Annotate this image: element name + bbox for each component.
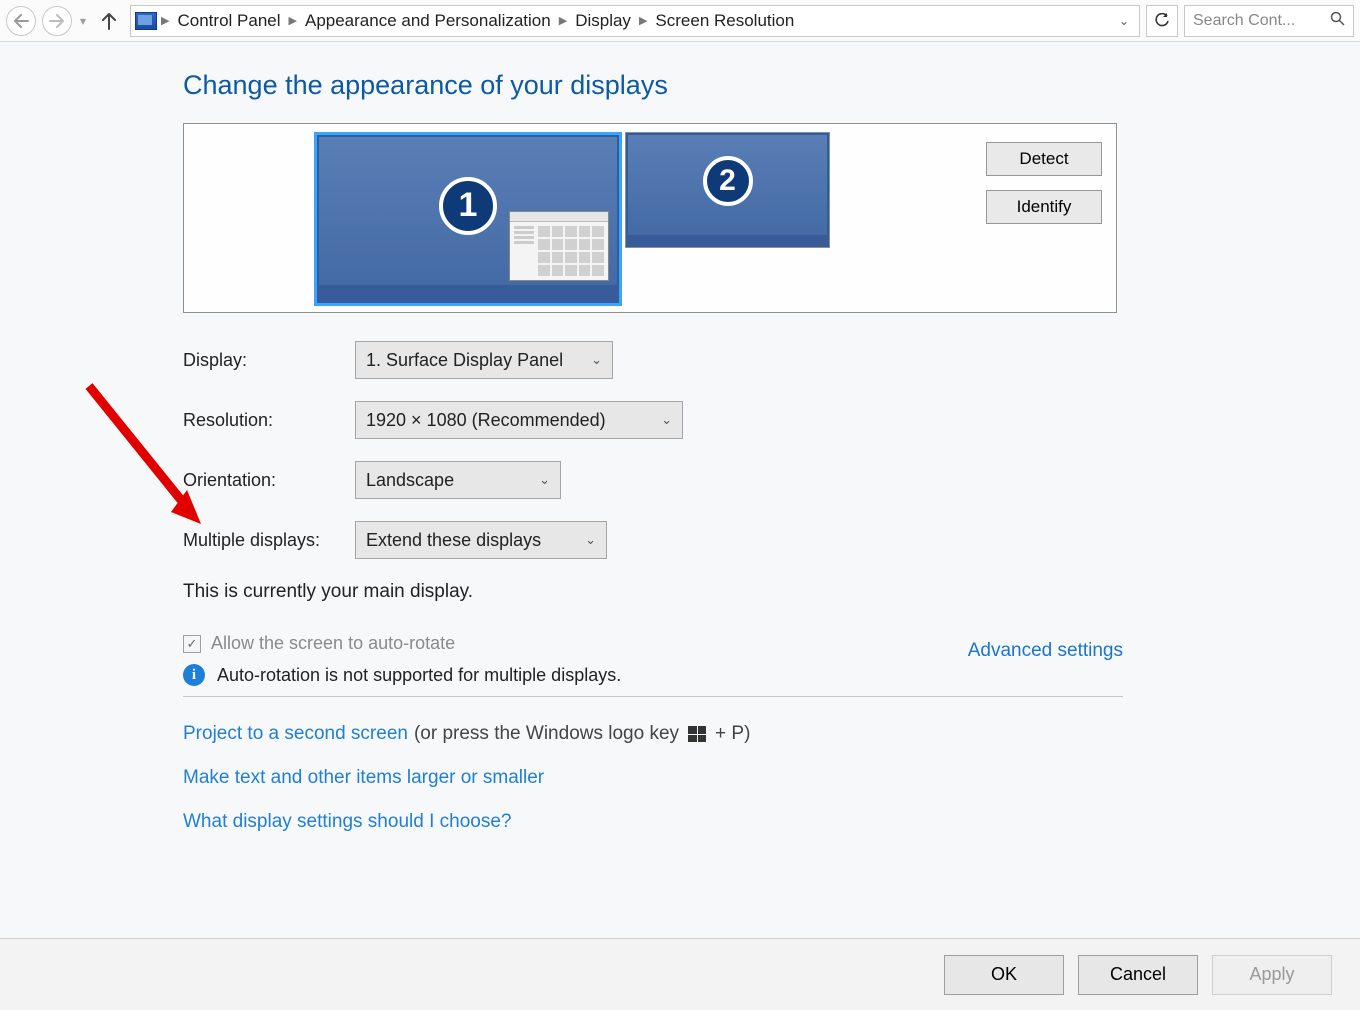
search-input[interactable]: Search Cont... <box>1184 5 1354 37</box>
app-window-icon <box>509 211 609 281</box>
address-dropdown-icon[interactable]: ⌄ <box>1113 14 1135 28</box>
resolution-label: Resolution: <box>183 410 355 431</box>
breadcrumb-control-panel[interactable]: Control Panel <box>172 11 287 31</box>
project-second-screen-link[interactable]: Project to a second screen <box>183 723 408 745</box>
autorotate-info: Auto-rotation is not supported for multi… <box>217 665 621 686</box>
content-pane: Change the appearance of your displays 1… <box>183 42 1123 833</box>
page-title: Change the appearance of your displays <box>183 70 1123 101</box>
refresh-button[interactable] <box>1146 5 1178 37</box>
display-dropdown[interactable]: 1. Surface Display Panel ⌄ <box>355 341 613 379</box>
multiple-displays-value: Extend these displays <box>366 530 541 551</box>
address-bar[interactable]: ▶ Control Panel ▶ Appearance and Persona… <box>130 5 1140 37</box>
monitor-1-label: 1 <box>439 177 497 235</box>
search-placeholder: Search Cont... <box>1193 12 1330 30</box>
text-size-link[interactable]: Make text and other items larger or smal… <box>183 767 544 788</box>
orientation-dropdown[interactable]: Landscape ⌄ <box>355 461 561 499</box>
resolution-value: 1920 × 1080 (Recommended) <box>366 410 606 431</box>
display-value: 1. Surface Display Panel <box>366 350 563 371</box>
breadcrumb-screen-resolution[interactable]: Screen Resolution <box>649 11 800 31</box>
chevron-right-icon: ▶ <box>161 14 169 27</box>
orientation-label: Orientation: <box>183 470 355 491</box>
breadcrumb-display[interactable]: Display <box>569 11 637 31</box>
resolution-dropdown[interactable]: 1920 × 1080 (Recommended) ⌄ <box>355 401 683 439</box>
monitor-2[interactable]: 2 <box>625 132 830 248</box>
project-hint-a: (or press the Windows logo key <box>414 723 679 745</box>
orientation-value: Landscape <box>366 470 454 491</box>
up-button[interactable] <box>94 6 124 36</box>
apply-button[interactable]: Apply <box>1212 955 1332 995</box>
annotation-arrow <box>73 372 213 532</box>
forward-button[interactable] <box>42 6 72 36</box>
breadcrumb-appearance[interactable]: Appearance and Personalization <box>299 11 557 31</box>
display-label: Display: <box>183 350 355 371</box>
chevron-down-icon: ⌄ <box>579 352 602 368</box>
chevron-right-icon: ▶ <box>289 14 297 27</box>
detect-button[interactable]: Detect <box>986 142 1102 176</box>
monitor-2-label: 2 <box>703 156 753 206</box>
display-preview: 1 2 Detect Identify <box>183 123 1117 313</box>
monitor-1[interactable]: 1 <box>314 132 622 306</box>
multiple-displays-dropdown[interactable]: Extend these displays ⌄ <box>355 521 607 559</box>
search-icon <box>1330 11 1345 31</box>
info-icon: i <box>183 664 205 686</box>
cancel-button[interactable]: Cancel <box>1078 955 1198 995</box>
chevron-down-icon: ⌄ <box>527 472 550 488</box>
identify-button[interactable]: Identify <box>986 190 1102 224</box>
ok-button[interactable]: OK <box>944 955 1064 995</box>
chevron-right-icon: ▶ <box>639 14 647 27</box>
display-help-link[interactable]: What display settings should I choose? <box>183 811 511 832</box>
chevron-down-icon: ⌄ <box>649 412 672 428</box>
autorotate-checkbox[interactable]: ✓ <box>183 635 201 653</box>
back-button[interactable] <box>6 6 36 36</box>
autorotate-label: Allow the screen to auto-rotate <box>211 633 455 654</box>
control-panel-icon <box>135 12 157 30</box>
chevron-down-icon: ⌄ <box>573 532 596 548</box>
dialog-button-bar: OK Cancel Apply <box>0 938 1360 1010</box>
divider <box>183 696 1123 697</box>
main-display-note: This is currently your main display. <box>183 581 1123 603</box>
advanced-settings-link[interactable]: Advanced settings <box>968 640 1123 662</box>
windows-logo-icon <box>688 726 706 742</box>
multiple-displays-label: Multiple displays: <box>183 530 355 551</box>
explorer-navbar: ▾ ▶ Control Panel ▶ Appearance and Perso… <box>0 0 1360 42</box>
chevron-right-icon: ▶ <box>559 14 567 27</box>
project-hint-b: + P) <box>715 723 750 745</box>
recent-dropdown-icon[interactable]: ▾ <box>78 14 88 28</box>
